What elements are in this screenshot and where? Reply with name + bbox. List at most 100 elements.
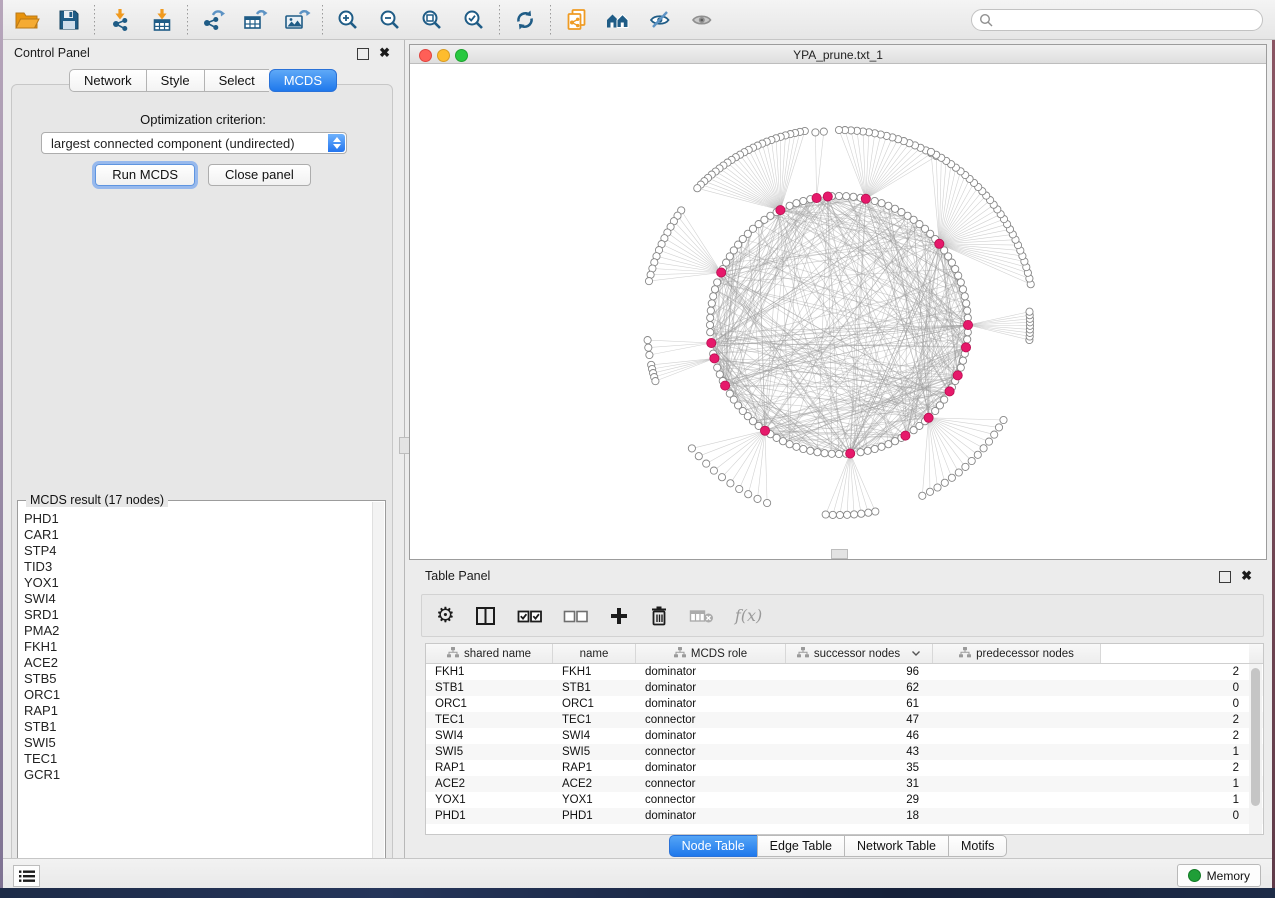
cell-predecessor-nodes[interactable]: 0	[933, 808, 1249, 824]
network-node[interactable]	[652, 378, 659, 385]
network-node[interactable]	[844, 511, 851, 518]
cell-name[interactable]: ORC1	[553, 696, 636, 712]
network-node[interactable]	[968, 457, 975, 464]
import-network-icon[interactable]	[105, 6, 135, 34]
table-scrollbar-thumb[interactable]	[1251, 668, 1260, 806]
tab-style[interactable]: Style	[146, 69, 204, 92]
column-header-successor-nodes[interactable]: successor nodes	[786, 644, 933, 663]
cell-MCDS-role[interactable]: connector	[636, 776, 786, 792]
network-node[interactable]	[891, 205, 898, 212]
cell-MCDS-role[interactable]: dominator	[636, 760, 786, 776]
network-node[interactable]	[822, 511, 829, 518]
hide-selected-icon[interactable]	[645, 6, 675, 34]
optimization-criterion-select[interactable]: largest connected component (undirected)	[41, 132, 347, 154]
table-row[interactable]: RAP1RAP1dominator352	[426, 760, 1263, 776]
network-node[interactable]	[955, 469, 962, 476]
cell-successor-nodes[interactable]: 47	[786, 712, 933, 728]
network-node[interactable]	[703, 460, 710, 467]
cell-MCDS-role[interactable]: dominator	[636, 664, 786, 680]
deselect-all-columns-icon[interactable]	[563, 602, 589, 630]
network-node[interactable]	[872, 508, 879, 515]
network-hub-node[interactable]	[846, 449, 855, 458]
network-node[interactable]	[962, 463, 969, 470]
export-image-icon[interactable]	[282, 6, 312, 34]
status-menu-button[interactable]	[13, 865, 40, 887]
network-hub-node[interactable]	[924, 413, 933, 422]
network-node[interactable]	[836, 511, 843, 518]
add-column-icon[interactable]	[609, 602, 629, 630]
network-hub-node[interactable]	[935, 239, 944, 248]
mcds-result-item[interactable]: ORC1	[19, 687, 374, 703]
network-node[interactable]	[948, 474, 955, 481]
network-node[interactable]	[786, 441, 793, 448]
network-node[interactable]	[645, 278, 652, 285]
mcds-result-item[interactable]: YOX1	[19, 575, 374, 591]
network-graph[interactable]	[410, 64, 1266, 559]
cell-shared-name[interactable]: ORC1	[426, 696, 553, 712]
network-node[interactable]	[645, 344, 652, 351]
network-node[interactable]	[706, 321, 713, 328]
network-node[interactable]	[1026, 308, 1033, 315]
cell-successor-nodes[interactable]: 35	[786, 760, 933, 776]
mcds-result-item[interactable]: SRD1	[19, 607, 374, 623]
network-node[interactable]	[708, 300, 715, 307]
mcds-result-item[interactable]: TID3	[19, 559, 374, 575]
sort-chevron-icon[interactable]	[911, 648, 921, 660]
delete-columns-icon[interactable]	[649, 602, 669, 630]
network-hub-node[interactable]	[760, 426, 769, 435]
cell-predecessor-nodes[interactable]: 2	[933, 664, 1249, 680]
network-node[interactable]	[707, 307, 714, 314]
cell-shared-name[interactable]: RAP1	[426, 760, 553, 776]
cell-MCDS-role[interactable]: dominator	[636, 728, 786, 744]
network-node[interactable]	[941, 396, 948, 403]
network-node[interactable]	[688, 445, 695, 452]
network-node[interactable]	[835, 450, 842, 457]
network-node[interactable]	[821, 450, 828, 457]
cell-shared-name[interactable]: SWI5	[426, 744, 553, 760]
network-node[interactable]	[964, 307, 971, 314]
network-node[interactable]	[793, 200, 800, 207]
cell-successor-nodes[interactable]: 43	[786, 744, 933, 760]
network-node[interactable]	[995, 424, 1002, 431]
network-node[interactable]	[885, 202, 892, 209]
network-hub-node[interactable]	[812, 193, 821, 202]
network-hub-node[interactable]	[710, 354, 719, 363]
network-node[interactable]	[754, 495, 761, 502]
cell-predecessor-nodes[interactable]: 1	[933, 776, 1249, 792]
tab-mcds[interactable]: MCDS	[269, 69, 337, 92]
cell-successor-nodes[interactable]: 31	[786, 776, 933, 792]
cell-shared-name[interactable]: TEC1	[426, 712, 553, 728]
cell-name[interactable]: SWI5	[553, 744, 636, 760]
network-node[interactable]	[710, 467, 717, 474]
table-row[interactable]: YOX1YOX1connector291	[426, 792, 1263, 808]
cell-successor-nodes[interactable]: 61	[786, 696, 933, 712]
table-row[interactable]: PHD1PHD1dominator180	[426, 808, 1263, 824]
save-session-icon[interactable]	[54, 6, 84, 34]
table-row[interactable]: STB1STB1dominator620	[426, 680, 1263, 696]
network-node[interactable]	[959, 357, 966, 364]
network-node[interactable]	[885, 441, 892, 448]
table-row[interactable]: FKH1FKH1dominator962	[426, 664, 1263, 680]
network-node[interactable]	[985, 438, 992, 445]
network-node[interactable]	[820, 128, 827, 135]
column-header-name[interactable]: name	[553, 644, 636, 663]
network-hub-node[interactable]	[861, 194, 870, 203]
control-panel-close-icon[interactable]: ✖	[379, 45, 390, 61]
network-node[interactable]	[857, 449, 864, 456]
cell-successor-nodes[interactable]: 96	[786, 664, 933, 680]
network-node[interactable]	[963, 300, 970, 307]
cell-name[interactable]: FKH1	[553, 664, 636, 680]
network-node[interactable]	[764, 499, 771, 506]
cell-predecessor-nodes[interactable]: 0	[933, 696, 1249, 712]
open-file-icon[interactable]	[12, 6, 42, 34]
network-hub-node[interactable]	[961, 343, 970, 352]
network-node[interactable]	[878, 443, 885, 450]
network-hub-node[interactable]	[707, 338, 716, 347]
table-row[interactable]: SWI5SWI5connector431	[426, 744, 1263, 760]
cell-name[interactable]: SWI4	[553, 728, 636, 744]
network-node[interactable]	[694, 185, 701, 192]
network-node[interactable]	[718, 474, 725, 481]
cell-successor-nodes[interactable]: 18	[786, 808, 933, 824]
import-table-icon[interactable]	[147, 6, 177, 34]
zoom-out-icon[interactable]	[375, 6, 405, 34]
